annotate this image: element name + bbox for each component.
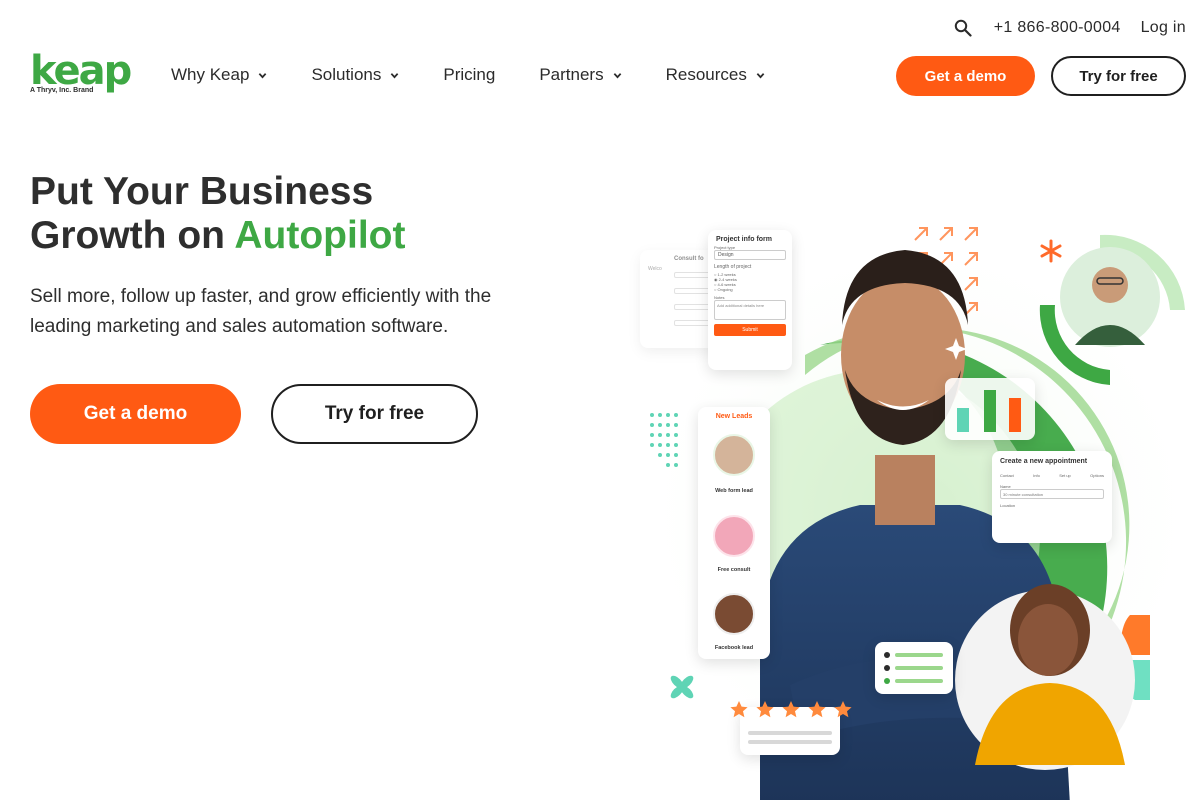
appointment-name-field: 30 minute consultation bbox=[1000, 489, 1104, 499]
nav-label: Partners bbox=[539, 65, 604, 84]
phone-link[interactable]: +1 866-800-0004 bbox=[994, 19, 1121, 37]
new-leads-title: New Leads bbox=[715, 413, 753, 420]
chevron-down-icon bbox=[391, 72, 399, 78]
length-option: ○ Ongoing bbox=[714, 287, 733, 292]
nav-solutions[interactable]: Solutions bbox=[311, 64, 399, 86]
project-info-form-card: Project info form Project type Design Le… bbox=[708, 230, 792, 370]
logo-tagline: A Thryv, Inc. Brand bbox=[30, 87, 94, 94]
login-link[interactable]: Log in bbox=[1141, 19, 1186, 37]
nav-why-keap[interactable]: Why Keap bbox=[171, 64, 267, 86]
hero-illustration: Welco Consult fo Project info form Proje… bbox=[630, 205, 1200, 800]
keap-logo[interactable]: keap A Thryv, Inc. Brand bbox=[30, 48, 132, 98]
project-type-select: Design bbox=[714, 250, 786, 260]
header-get-demo-button[interactable]: Get a demo bbox=[896, 56, 1035, 96]
bar-chart-card bbox=[945, 378, 1035, 440]
lead-label: Web form lead bbox=[715, 488, 753, 494]
submit-button: Submit bbox=[714, 324, 786, 336]
hero-get-demo-button[interactable]: Get a demo bbox=[30, 384, 241, 444]
star-rating-icon bbox=[730, 701, 852, 718]
appointment-location-label: Location bbox=[1000, 503, 1016, 508]
utility-bar: +1 866-800-0004 Log in bbox=[952, 16, 1186, 40]
logo-wordmark: keap bbox=[30, 48, 132, 94]
nav-label: Pricing bbox=[443, 65, 496, 84]
search-icon[interactable] bbox=[952, 17, 974, 39]
nav-label: Why Keap bbox=[171, 65, 250, 84]
hero-title-accent: Autopilot bbox=[234, 214, 406, 257]
hero-title: Put Your Business Growth on Autopilot bbox=[30, 170, 405, 258]
hero-title-line2: Growth on bbox=[30, 214, 235, 257]
main-nav: Why Keap Solutions Pricing Partners Reso… bbox=[171, 64, 765, 86]
hero-title-line1: Put Your Business bbox=[30, 170, 374, 213]
bar-chart-icon bbox=[957, 390, 1021, 432]
rating-card bbox=[730, 701, 852, 755]
lead-label: Facebook lead bbox=[714, 645, 754, 651]
consult-welcome-text: Welco bbox=[648, 266, 662, 272]
notes-field: Add additional details here bbox=[714, 300, 786, 320]
lead-avatar bbox=[713, 593, 755, 635]
lead-avatar bbox=[713, 434, 755, 476]
new-leads-card: New Leads Web form lead Free consult Fac… bbox=[698, 407, 770, 659]
nav-resources[interactable]: Resources bbox=[666, 64, 765, 86]
checklist-card bbox=[875, 642, 953, 694]
nav-label: Resources bbox=[665, 65, 747, 84]
chevron-down-icon bbox=[756, 72, 765, 78]
nav-partners[interactable]: Partners bbox=[539, 64, 621, 86]
lead-avatar bbox=[713, 515, 755, 557]
appointment-steps: Contact Info Set up Options bbox=[1000, 473, 1104, 478]
chevron-down-icon bbox=[259, 72, 267, 78]
consult-form-title: Consult fo bbox=[674, 256, 704, 262]
hero-subtitle: Sell more, follow up faster, and grow ef… bbox=[30, 286, 492, 337]
header-try-free-button[interactable]: Try for free bbox=[1051, 56, 1186, 96]
project-form-title: Project info form bbox=[716, 236, 773, 243]
length-label: Length of project bbox=[714, 264, 752, 270]
chevron-down-icon bbox=[613, 72, 621, 78]
nav-pricing[interactable]: Pricing bbox=[443, 64, 495, 86]
appointment-title: Create a new appointment bbox=[1000, 458, 1088, 465]
checklist-icon bbox=[884, 652, 943, 684]
lead-label: Free consult bbox=[717, 567, 751, 573]
nav-label: Solutions bbox=[311, 65, 382, 84]
hero-try-free-button[interactable]: Try for free bbox=[271, 384, 478, 444]
appointment-card: Create a new appointment Contact Info Se… bbox=[992, 451, 1112, 543]
